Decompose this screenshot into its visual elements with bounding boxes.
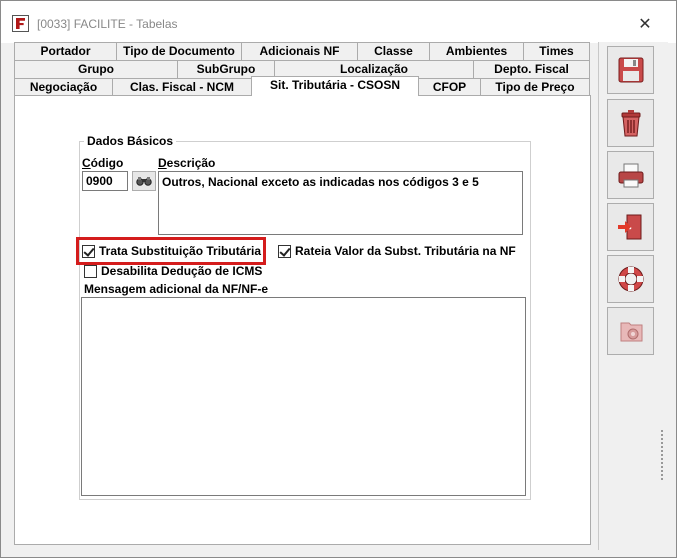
- settings-button[interactable]: [607, 307, 654, 355]
- title-bar: [0033] FACILITE - Tabelas ✕: [1, 1, 676, 43]
- descricao-input[interactable]: Outros, Nacional exceto as indicadas nos…: [158, 171, 523, 235]
- save-icon: [618, 57, 643, 83]
- tab-grupo[interactable]: Grupo: [14, 60, 178, 78]
- rateia-label: Rateia Valor da Subst. Tributária na NF: [295, 244, 516, 258]
- settings-icon: [620, 322, 642, 342]
- print-icon: [618, 163, 643, 188]
- binoculars-icon: [136, 177, 152, 186]
- tab-sit-tributaria-csosn[interactable]: Sit. Tributária - CSOSN: [251, 76, 419, 96]
- print-button[interactable]: [607, 151, 654, 199]
- tab-ambientes[interactable]: Ambientes: [429, 42, 524, 60]
- window-edge-dots: [659, 430, 663, 480]
- mensagem-textarea[interactable]: [81, 297, 526, 496]
- delete-icon: [621, 110, 640, 137]
- delete-button[interactable]: [607, 99, 654, 147]
- tab-depto-fiscal[interactable]: Depto. Fiscal: [473, 60, 590, 78]
- app-logo-icon: [12, 15, 29, 32]
- tab-negociacao[interactable]: Negociação: [14, 78, 113, 96]
- desabilita-checkbox[interactable]: Desabilita Dedução de ICMS: [84, 264, 262, 278]
- tab-classe[interactable]: Classe: [357, 42, 430, 60]
- tab-tipo-de-documento[interactable]: Tipo de Documento: [116, 42, 242, 60]
- trata-st-label: Trata Substituição Tributária: [99, 244, 262, 258]
- close-button[interactable]: ✕: [631, 13, 659, 35]
- check-icon: [278, 244, 291, 258]
- help-icon: [618, 266, 643, 292]
- tab-adicionais-nf[interactable]: Adicionais NF: [241, 42, 358, 60]
- save-button[interactable]: [607, 46, 654, 94]
- exit-button[interactable]: [607, 203, 654, 251]
- unchecked-box-icon: [84, 264, 97, 278]
- tab-times[interactable]: Times: [523, 42, 590, 60]
- group-title: Dados Básicos: [84, 134, 177, 148]
- tab-clas-fiscal-ncm[interactable]: Clas. Fiscal - NCM: [112, 78, 252, 96]
- tab-cfop[interactable]: CFOP: [418, 78, 481, 96]
- exit-icon: [617, 214, 641, 240]
- rateia-checkbox[interactable]: Rateia Valor da Subst. Tributária na NF: [278, 244, 516, 258]
- descricao-label: Descrição: [158, 156, 216, 170]
- help-button[interactable]: [607, 255, 654, 303]
- trata-st-checkbox[interactable]: Trata Substituição Tributária: [82, 244, 261, 258]
- lookup-button[interactable]: [132, 171, 156, 191]
- tab-portador[interactable]: Portador: [14, 42, 117, 60]
- codigo-input[interactable]: 0900: [82, 171, 128, 191]
- codigo-label: Código: [82, 156, 124, 170]
- mensagem-label: Mensagem adicional da NF/NF-e: [84, 282, 269, 296]
- desabilita-label: Desabilita Dedução de ICMS: [101, 264, 263, 278]
- tab-tipo-de-preco[interactable]: Tipo de Preço: [480, 78, 590, 96]
- window-title: [0033] FACILITE - Tabelas: [37, 17, 178, 31]
- check-icon: [82, 244, 95, 258]
